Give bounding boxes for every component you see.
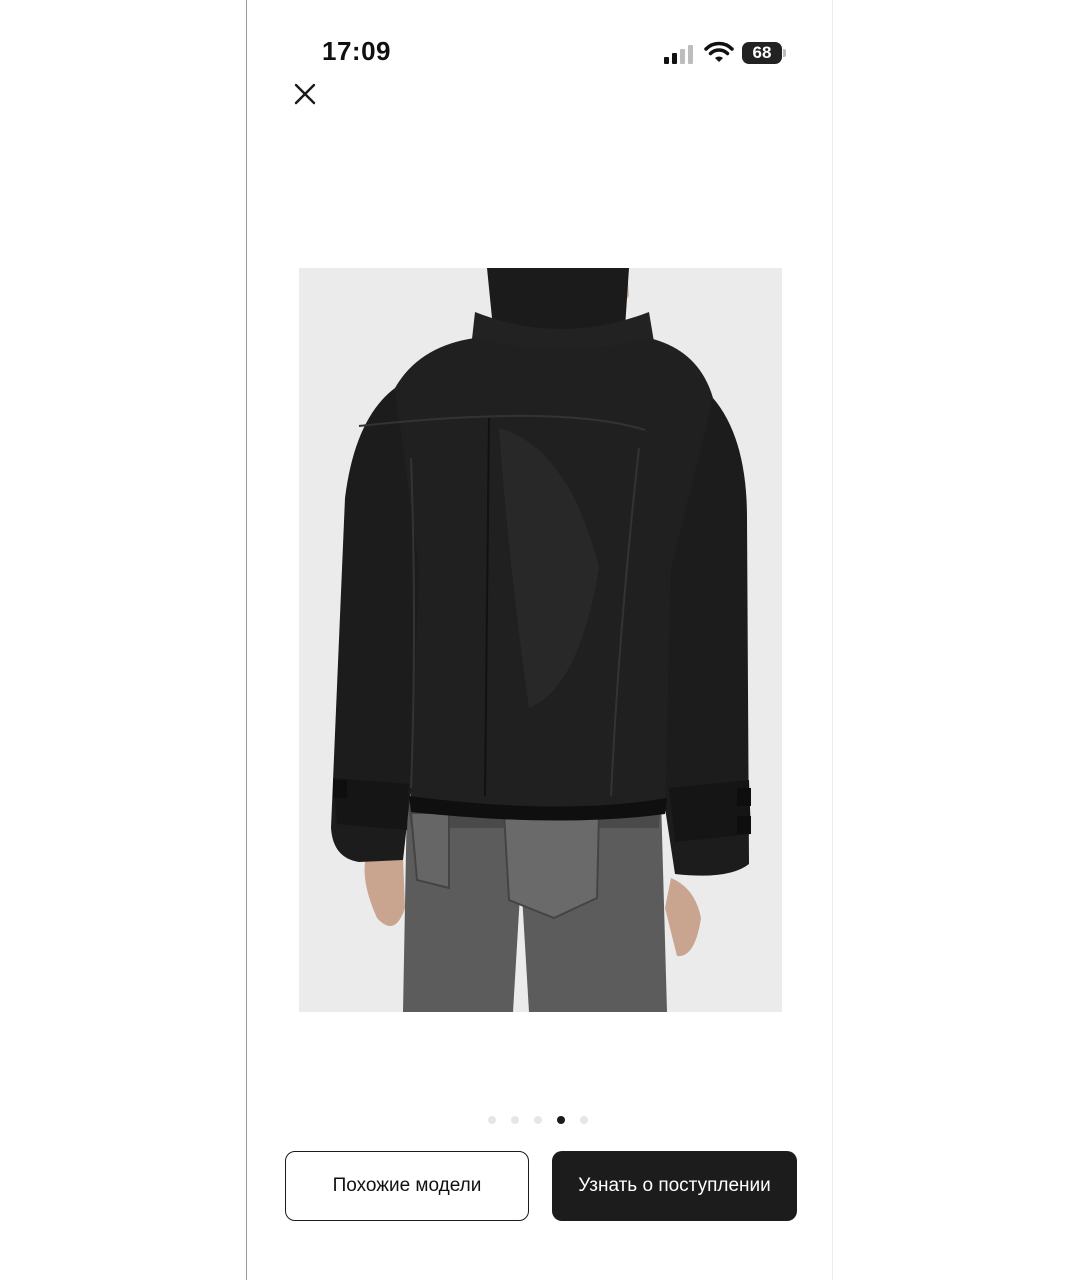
pagination-dot-active[interactable] [557, 1116, 565, 1124]
product-photo[interactable] [299, 268, 782, 1012]
battery-tip [783, 49, 786, 57]
pagination-dot[interactable] [488, 1116, 496, 1124]
product-gallery-screen: 17:09 68 Похожие модели Узнать о поступл… [0, 0, 1080, 1280]
jacket-back-illustration [299, 268, 782, 1012]
cellular-signal-icon [664, 45, 693, 64]
pagination-dot[interactable] [534, 1116, 542, 1124]
notify-arrival-button[interactable]: Узнать о поступлении [552, 1151, 797, 1221]
frame-divider-right [832, 0, 833, 1280]
pagination-dot[interactable] [511, 1116, 519, 1124]
close-icon [294, 83, 316, 105]
status-icons: 68 [662, 40, 792, 68]
gallery-pagination [488, 1116, 588, 1128]
battery-icon: 68 [742, 42, 782, 64]
frame-divider-left [246, 0, 247, 1280]
status-time: 17:09 [322, 36, 391, 66]
battery-level: 68 [752, 43, 772, 62]
pagination-dot[interactable] [580, 1116, 588, 1124]
similar-models-button[interactable]: Похожие модели [285, 1151, 529, 1221]
close-button[interactable] [290, 80, 320, 110]
wifi-icon [704, 41, 734, 62]
